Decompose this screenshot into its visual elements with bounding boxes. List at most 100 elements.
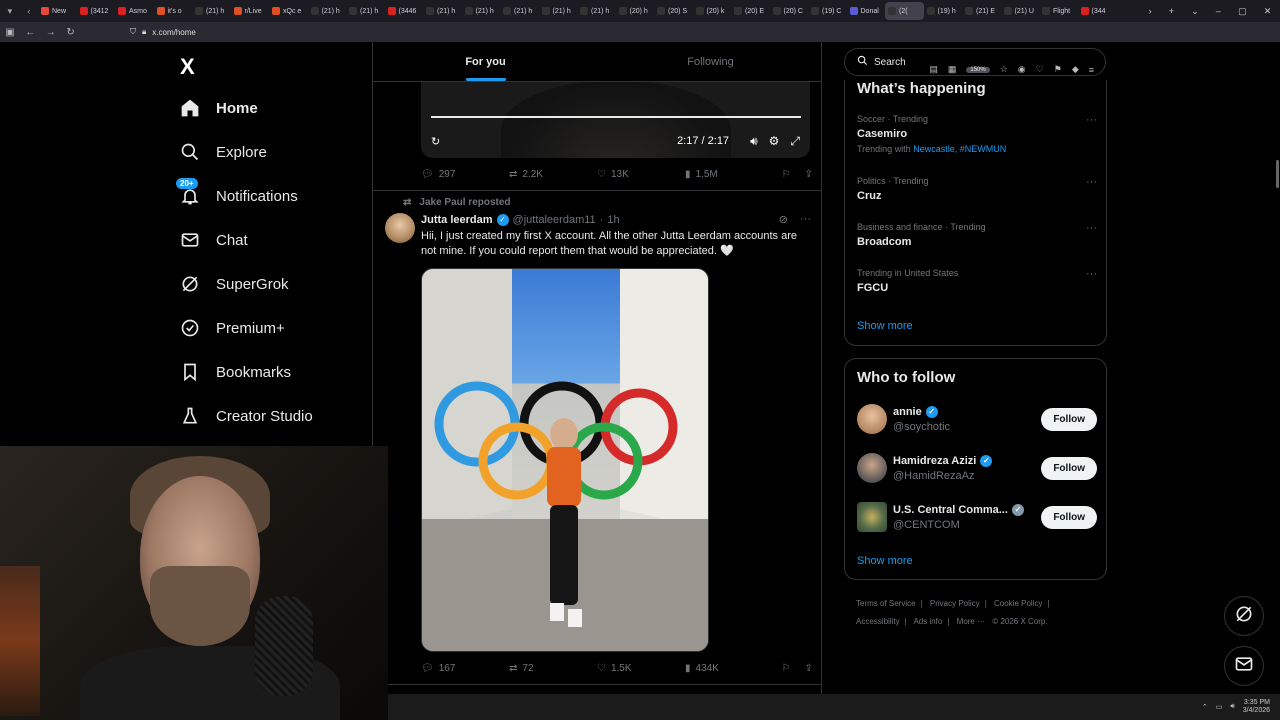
repost-button[interactable]: ⇄ 72 <box>509 663 597 674</box>
tweet-author-handle[interactable]: @juttaleerdam11 <box>513 214 596 226</box>
tab-scroll-controls[interactable]: ▾ ‹ <box>0 6 38 17</box>
follow-suggestion[interactable]: annie ✓ @soychotic Follow <box>857 402 1097 436</box>
account-name[interactable]: Hamidreza Azizi <box>893 455 976 467</box>
browser-tab[interactable]: (21) h <box>462 2 501 20</box>
avatar[interactable] <box>857 453 887 483</box>
more-options-icon[interactable]: ··· <box>1086 222 1097 234</box>
reply-button[interactable]: 💬︎ 167 <box>421 663 509 674</box>
show-more-trends[interactable]: Show more <box>857 320 913 332</box>
nav-supergrok[interactable]: SuperGrok <box>180 274 289 294</box>
trend-item[interactable]: Soccer · Trending Casemiro Trending with… <box>857 114 1097 154</box>
avatar[interactable] <box>857 404 887 434</box>
tab-following[interactable]: Following <box>598 42 821 81</box>
avatar[interactable] <box>857 502 887 532</box>
lock-icon[interactable]: 🔒︎ <box>142 27 146 37</box>
page-scrollbar[interactable] <box>1276 160 1279 188</box>
share-icon[interactable]: ⇪ <box>805 169 813 180</box>
grok-fab-button[interactable] <box>1224 596 1264 636</box>
browser-tab[interactable]: (20) h <box>616 2 655 20</box>
video-player[interactable]: ↻ 2:17 / 2:17 🔊︎ ⚙ ⤢ <box>421 80 810 158</box>
nav-chat[interactable]: Chat <box>180 230 248 250</box>
browser-tab[interactable]: xQc e <box>269 2 308 20</box>
url-text[interactable]: x.com/home <box>152 28 196 37</box>
footer-link[interactable]: Accessibility <box>856 617 900 626</box>
bookmark-icon[interactable]: ⚐ <box>782 169 791 180</box>
more-options-icon[interactable]: ··· <box>1086 114 1097 126</box>
settings-icon[interactable]: ⚙ <box>769 134 780 148</box>
more-options-icon[interactable]: ··· <box>1086 268 1097 280</box>
footer-link[interactable]: More ··· <box>957 617 985 626</box>
more-options-icon[interactable]: ··· <box>800 213 811 226</box>
browser-tab[interactable]: (19) C <box>808 2 847 20</box>
x-logo[interactable]: X <box>180 54 195 80</box>
account-name[interactable]: U.S. Central Comma... <box>893 504 1008 516</box>
fullscreen-icon[interactable]: ⤢ <box>790 134 800 149</box>
more-options-icon[interactable]: ··· <box>1086 176 1097 188</box>
search-input[interactable]: Search <box>844 48 1106 76</box>
new-tab-icon[interactable]: + <box>1169 6 1174 17</box>
tweet-author-name[interactable]: Jutta leerdam <box>421 214 493 226</box>
browser-tab[interactable]: (21) h <box>346 2 385 20</box>
repost-button[interactable]: ⇄ 2.2K <box>509 169 597 180</box>
footer-link[interactable]: Privacy Policy <box>930 599 980 608</box>
scroll-left-icon[interactable]: ‹ <box>27 6 30 17</box>
trend-item[interactable]: Business and finance · Trending Broadcom… <box>857 222 1097 248</box>
trend-item[interactable]: Trending in United States FGCU ··· <box>857 268 1097 294</box>
close-window-icon[interactable]: ✕ <box>1264 6 1272 17</box>
repost-indicator[interactable]: ⇄ Jake Paul reposted <box>403 197 511 208</box>
browser-tab[interactable]: (21) E <box>962 2 1001 20</box>
follow-button[interactable]: Follow <box>1041 407 1097 431</box>
browser-tab[interactable]: (2( <box>885 2 924 20</box>
nav-bookmarks[interactable]: Bookmarks <box>180 362 291 382</box>
browser-tab[interactable]: Asmo <box>115 2 154 20</box>
tab-for-you[interactable]: For you <box>373 42 598 81</box>
forward-icon[interactable]: → <box>46 27 56 38</box>
views-button[interactable]: ▮ 1.5M <box>685 169 773 180</box>
reload-icon[interactable]: ↻ <box>66 27 74 38</box>
footer-link[interactable]: Cookie Policy <box>994 599 1042 608</box>
follow-suggestion[interactable]: U.S. Central Comma... ✓ @CENTCOM Follow <box>857 500 1097 534</box>
tweet-time[interactable]: 1h <box>607 214 619 226</box>
system-clock[interactable]: 3:35 PM 3/4/2026 <box>1243 699 1270 715</box>
browser-tab[interactable]: (21) h <box>500 2 539 20</box>
follow-suggestion[interactable]: Hamidreza Azizi ✓ @HamidRezaAz Follow <box>857 451 1097 485</box>
maximize-icon[interactable]: ▢ <box>1238 6 1247 17</box>
footer-link[interactable]: Ads info <box>913 617 942 626</box>
nav-home[interactable]: Home <box>180 98 258 118</box>
browser-tab[interactable]: (19) h <box>924 2 963 20</box>
views-button[interactable]: ▮ 434K <box>685 663 773 674</box>
tab-overflow-icon[interactable]: ⌄ <box>1191 6 1199 17</box>
reply-button[interactable]: 💬︎ 297 <box>421 169 509 180</box>
browser-tab[interactable]: (20) E <box>731 2 770 20</box>
browser-tab[interactable]: (21) h <box>577 2 616 20</box>
share-icon[interactable]: ⇪ <box>805 663 813 674</box>
browser-tab[interactable]: r/Live <box>231 2 270 20</box>
browser-tab[interactable]: (344 <box>1078 2 1117 20</box>
browser-tab[interactable]: (21) h <box>423 2 462 20</box>
speaker-icon[interactable]: 🔊︎ <box>1230 703 1234 711</box>
shield-icon[interactable]: ⛉ <box>130 27 136 37</box>
tweet-image[interactable] <box>421 268 709 652</box>
trend-sub-links[interactable]: Newcastle, #NEWMUN <box>913 144 1006 154</box>
nav-premium[interactable]: Premium+ <box>180 318 285 338</box>
trend-item[interactable]: Politics · Trending Cruz ··· <box>857 176 1097 202</box>
video-progress-bar[interactable] <box>431 116 801 118</box>
avatar[interactable] <box>385 213 415 243</box>
browser-tab[interactable]: Donal <box>847 2 886 20</box>
nav-explore[interactable]: Explore <box>180 142 267 162</box>
back-icon[interactable]: ← <box>25 27 35 38</box>
grok-icon[interactable]: ⊘ <box>779 213 788 226</box>
browser-tab[interactable]: (20) S <box>654 2 693 20</box>
browser-tab[interactable]: (21) h <box>308 2 347 20</box>
browser-tab[interactable]: (20) k <box>693 2 732 20</box>
browser-tab[interactable]: (21) h <box>192 2 231 20</box>
nav-notifications[interactable]: 20+ Notifications <box>176 178 298 206</box>
messages-fab-button[interactable] <box>1224 646 1264 686</box>
browser-tab[interactable]: New <box>38 2 77 20</box>
browser-tab[interactable]: (3412 <box>77 2 116 20</box>
network-icon[interactable]: ▭ <box>1216 703 1223 711</box>
show-more-follow[interactable]: Show more <box>857 555 913 567</box>
browser-tab[interactable]: (21) h <box>539 2 578 20</box>
nav-creator-studio[interactable]: Creator Studio <box>180 406 313 426</box>
browser-tab[interactable]: (20) C <box>770 2 809 20</box>
